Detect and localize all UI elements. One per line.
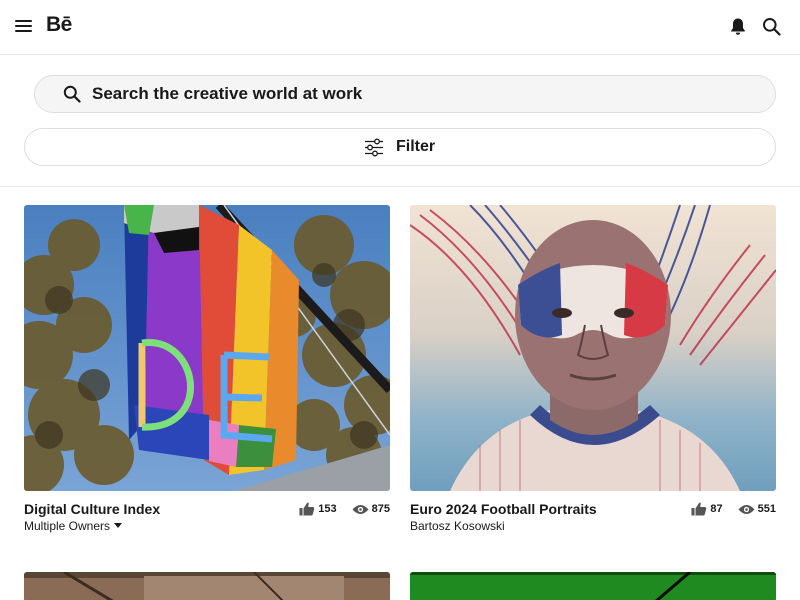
- project-thumbnail-partial[interactable]: [410, 572, 776, 600]
- project-stats: 87 551: [679, 502, 776, 518]
- views-count: 875: [371, 503, 390, 516]
- thumbs-up-icon: [299, 502, 315, 516]
- hamburger-menu-icon[interactable]: [15, 19, 32, 33]
- views-stat: 551: [738, 503, 776, 515]
- appreciations-stat: 87: [691, 502, 723, 516]
- project-thumbnail-euro-2024-football-portraits[interactable]: [410, 205, 776, 491]
- appreciations-stat: 153: [299, 502, 337, 516]
- eye-icon: [738, 504, 755, 514]
- section-divider: [0, 186, 800, 187]
- search-input[interactable]: [92, 80, 752, 108]
- appreciations-count: 153: [318, 503, 337, 515]
- filter-label: Filter: [396, 138, 436, 155]
- project-owner-dropdown[interactable]: Multiple Owners: [24, 519, 123, 533]
- project-title[interactable]: Digital Culture Index: [24, 501, 160, 517]
- project-title[interactable]: Euro 2024 Football Portraits: [410, 501, 597, 517]
- appreciations-count: 87: [710, 503, 723, 515]
- eye-icon: [352, 504, 369, 514]
- bell-icon[interactable]: [729, 17, 747, 36]
- filter-button[interactable]: Filter: [24, 128, 776, 166]
- search-bar[interactable]: [34, 75, 776, 113]
- views-stat: 875: [352, 503, 390, 515]
- thumbs-up-icon: [691, 502, 707, 516]
- views-count: 551: [757, 503, 776, 516]
- project-thumbnail-partial[interactable]: [24, 572, 390, 600]
- project-stats: 153 875: [287, 502, 390, 518]
- behance-logo[interactable]: Bē: [46, 13, 72, 37]
- project-owner: Multiple Owners: [24, 519, 111, 533]
- project-owner[interactable]: Bartosz Kosowski: [410, 519, 505, 533]
- search-icon: [63, 85, 81, 103]
- top-navigation-bar: Bē: [0, 0, 800, 55]
- search-icon[interactable]: [762, 17, 781, 36]
- project-thumbnail-digital-culture-index[interactable]: [24, 205, 390, 491]
- caret-down-icon: [114, 523, 123, 528]
- filter-sliders-icon: [365, 138, 383, 157]
